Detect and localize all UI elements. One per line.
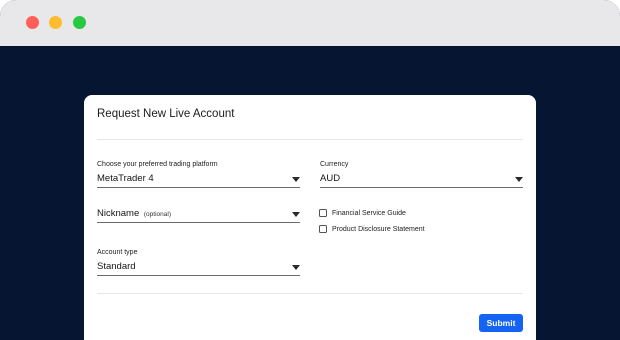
maximize-window-button[interactable] (73, 16, 86, 29)
currency-value: AUD (320, 173, 341, 184)
close-window-button[interactable] (26, 16, 39, 29)
window-titlebar (0, 0, 620, 46)
platform-value: MetaTrader 4 (97, 173, 154, 184)
chevron-down-icon (292, 212, 300, 217)
product-disclosure-statement-label: Product Disclosure Statement (332, 225, 425, 233)
platform-label: Choose your preferred trading platform (97, 161, 218, 168)
account-type-field: Account type Standard (97, 248, 300, 276)
header-divider (97, 139, 523, 140)
nickname-select[interactable]: Nickname (optional) (97, 206, 300, 223)
financial-service-guide-label: Financial Service Guide (332, 209, 406, 217)
account-type-select[interactable]: Standard (97, 259, 300, 276)
request-account-dialog: Request New Live Account Choose your pre… (84, 95, 536, 340)
financial-service-guide-checkbox[interactable] (319, 209, 327, 217)
submit-button[interactable]: Submit (479, 314, 523, 332)
product-disclosure-statement-checkbox[interactable] (319, 225, 327, 233)
nickname-optional-hint: (optional) (143, 211, 171, 218)
minimize-window-button[interactable] (49, 16, 62, 29)
currency-label: Currency (320, 161, 349, 168)
nickname-placeholder: Nickname (97, 208, 140, 219)
account-type-label: Account type (97, 249, 138, 256)
product-disclosure-statement-checkbox-row[interactable]: Product Disclosure Statement (319, 225, 425, 233)
currency-select[interactable]: AUD (320, 171, 523, 188)
chevron-down-icon (292, 265, 300, 270)
chevron-down-icon (292, 177, 300, 182)
footer-divider (97, 293, 523, 294)
financial-service-guide-checkbox-row[interactable]: Financial Service Guide (319, 209, 406, 217)
platform-select[interactable]: MetaTrader 4 (97, 171, 300, 188)
nickname-field: Nickname (optional) (97, 206, 300, 223)
chevron-down-icon (515, 177, 523, 182)
platform-field: Choose your preferred trading platform M… (97, 160, 300, 188)
currency-field: Currency AUD (320, 160, 523, 188)
browser-window: Request New Live Account Choose your pre… (0, 0, 620, 340)
dialog-title: Request New Live Account (97, 108, 235, 120)
account-type-value: Standard (97, 261, 136, 272)
